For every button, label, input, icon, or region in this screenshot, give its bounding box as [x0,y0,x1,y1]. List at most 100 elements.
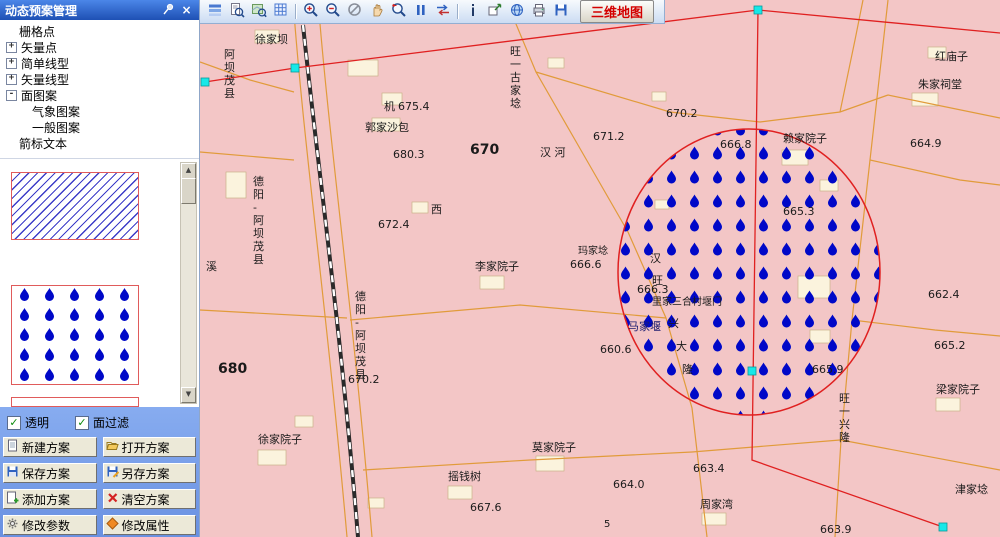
map-label: 664.0 [613,478,645,491]
map-label: 郭家沙包 [365,120,409,134]
expand-icon[interactable]: + [6,74,17,85]
map-label: 德阳-阿坝茂县 [355,289,366,381]
layers-button[interactable] [204,2,225,22]
clear-plan-button[interactable]: 清空方案 [103,489,197,509]
scroll-thumb[interactable] [181,178,196,204]
transparent-checkbox[interactable]: ✓透明 [7,414,49,431]
map-label: 667.6 [470,501,502,514]
grid-icon [273,2,289,21]
map-label: 机 [384,99,395,113]
modify-params-button[interactable]: 修改参数 [3,515,97,535]
pan-button[interactable] [366,2,387,22]
modify-props-button[interactable]: 修改属性 [103,515,197,535]
globe-button[interactable] [506,2,527,22]
tree-item-area-pattern[interactable]: -面图案 [2,87,197,103]
pattern-swatch-drops[interactable] [11,285,139,385]
tree-item-simple-line[interactable]: + 简单线型 [2,55,197,71]
expand-icon[interactable]: + [6,58,17,69]
map-label: 徐家坝 [255,32,288,46]
map-view[interactable]: 徐家坝红庙子朱家祠堂旺一古家埝阿坝茂县德阳-阿坝茂县机675.4郭家沙包680.… [200,0,1000,537]
info-icon [465,2,481,21]
map-label: 672.4 [378,218,410,231]
map-label: 旺一古家埝 [510,45,521,110]
button-label: 另存方案 [122,465,170,482]
collapse-icon[interactable]: - [6,90,17,101]
app-window: 动态预案管理 × 栅格点+矢量点+简单线型+矢量线型-面图案气象图案一般图案箭标… [0,0,1000,537]
map-toolbar: 三维地图 [200,0,665,24]
map-label: 汉 [650,252,661,265]
button-label: 添加方案 [22,491,70,508]
plan-buttons: 新建方案 打开方案保存方案 另存方案添加方案 清空方案修改参数 修改属性 [3,437,196,535]
map-label: 680.3 [393,148,425,161]
map-label: 溪 [206,260,217,273]
vertex-handle[interactable] [939,523,947,531]
map-label: 隆 [682,362,693,376]
map-label: 旺一兴隆 [839,392,850,444]
grid-button[interactable] [270,2,291,22]
vertex-handle[interactable] [291,64,299,72]
tree-item-label: 气象图案 [32,103,80,120]
map-label: 660.6 [600,343,632,356]
pattern-swatch-hatch[interactable] [11,172,139,240]
swap-button[interactable] [432,2,453,22]
map-label: 朱家祠堂 [918,77,962,91]
vertex-handle[interactable] [754,6,762,14]
button-label: 修改参数 [22,517,70,534]
zoom-out-icon [325,2,341,21]
tree-item-label: 面图案 [21,87,57,104]
map-3d-button[interactable]: 三维地图 [580,0,654,23]
tree-item-raster-point[interactable]: 栅格点 [2,23,197,39]
zoom-page-icon [229,2,245,21]
zoom-map-button[interactable] [248,2,269,22]
tree-item-vector-point[interactable]: +矢量点 [2,39,197,55]
checkbox-box[interactable]: ✓ [75,416,89,430]
save-button[interactable] [550,2,571,22]
clear-plan-icon [106,491,119,507]
map-label: 西 [431,203,442,216]
add-plan-icon [6,491,19,507]
add-plan-button[interactable]: 添加方案 [3,489,97,509]
zoom-back-button[interactable] [388,2,409,22]
map-label: 663.4 [693,462,725,475]
panel-title: 动态预案管理 [5,2,77,19]
map-label: 阿坝茂县 [224,48,235,100]
zoom-none-button[interactable] [344,2,365,22]
new-plan-button[interactable]: 新建方案 [3,437,97,457]
tree-item-general-pattern[interactable]: 一般图案 [2,119,197,135]
scroll-up-button[interactable]: ▲ [181,163,196,179]
zoom-in-button[interactable] [300,2,321,22]
button-label: 新建方案 [22,439,70,456]
save-plan-icon [6,465,19,481]
layers-icon [207,2,223,21]
scroll-down-button[interactable]: ▼ [181,387,196,403]
save-icon [553,2,569,21]
expand-icon[interactable]: + [6,42,17,53]
map-canvas[interactable]: 徐家坝红庙子朱家祠堂旺一古家埝阿坝茂县德阳-阿坝茂县机675.4郭家沙包680.… [200,0,1000,537]
map-label: 663.9 [820,523,852,536]
checkbox-box[interactable]: ✓ [7,416,21,430]
save-plan-button[interactable]: 保存方案 [3,463,97,483]
pattern-swatch-partial[interactable] [11,397,139,407]
export-button[interactable] [484,2,505,22]
face-filter-checkbox[interactable]: ✓面过滤 [75,414,129,431]
close-icon[interactable]: × [179,3,194,18]
vertex-handle[interactable] [201,78,209,86]
tree-item-label: 一般图案 [32,119,80,136]
preview-scrollbar[interactable]: ▲ ▼ [180,162,197,404]
pause-button[interactable] [410,2,431,22]
info-button[interactable] [462,2,483,22]
tree-item-vector-line[interactable]: +矢量线型 [2,71,197,87]
export-icon [487,2,503,21]
tree-item-label: 简单线型 [21,55,69,72]
tree-item-weather-pattern[interactable]: 气象图案 [2,103,197,119]
tree-item-arrow-text[interactable]: 箭标文本 [2,135,197,151]
zoom-out-button[interactable] [322,2,343,22]
pattern-preview-list: ▲ ▼ [0,159,199,407]
tree-item-label: 栅格点 [19,23,55,40]
pin-icon[interactable] [160,3,175,18]
vertex-handle[interactable] [748,367,756,375]
print-button[interactable] [528,2,549,22]
zoom-page-button[interactable] [226,2,247,22]
saveas-plan-button[interactable]: 另存方案 [103,463,197,483]
open-plan-button[interactable]: 打开方案 [103,437,197,457]
